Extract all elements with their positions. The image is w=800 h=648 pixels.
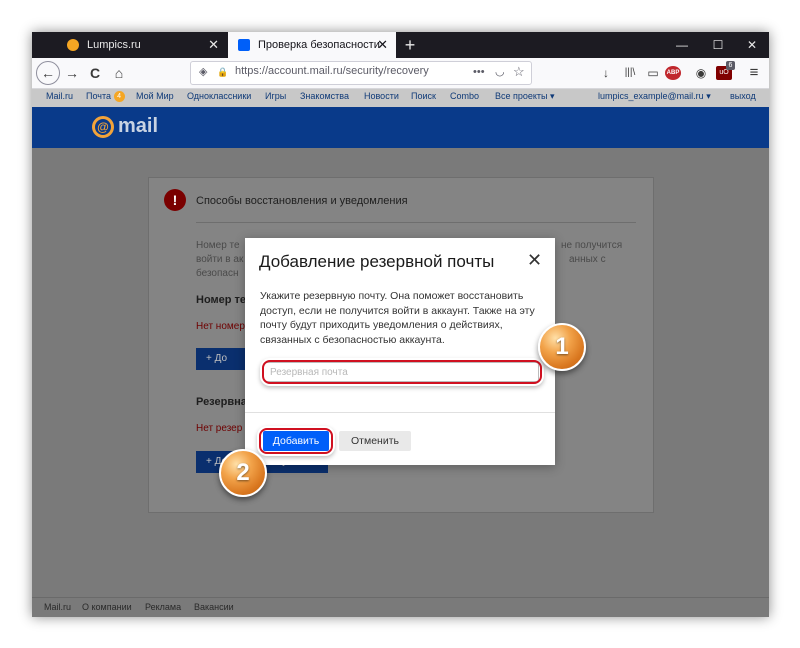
card-title: Способы восстановления и уведомления <box>196 195 408 207</box>
mail-count-badge: 4 <box>113 91 125 103</box>
chevron-down-icon: ▾ <box>550 91 555 101</box>
footer-link-jobs[interactable]: Вакансии <box>194 602 234 612</box>
close-icon[interactable]: ✕ <box>527 250 542 270</box>
menu-icon[interactable]: ≡ <box>744 63 764 83</box>
cancel-button[interactable]: Отменить <box>339 431 411 451</box>
portal-link-odnoklassniki[interactable]: Одноклассники <box>187 91 251 101</box>
tab-close-icon[interactable]: ✕ <box>377 37 388 53</box>
library-icon[interactable]: |||\ <box>620 63 640 83</box>
adblock-icon[interactable]: ABP <box>665 66 681 80</box>
address-bar[interactable]: ◈ 🔒 https://account.mail.ru/security/rec… <box>190 61 532 85</box>
warning-icon: ! <box>164 189 186 211</box>
phone-heading: Номер те <box>196 294 247 306</box>
reader-view-icon[interactable]: ▭ <box>643 63 663 83</box>
step-2-callout: 2 <box>219 449 267 497</box>
portal-nav: Mail.ru Почта 4 Мой Мир Одноклассники Иг… <box>32 89 769 107</box>
dialog-description: Укажите резервную почту. Она поможет вос… <box>260 290 535 346</box>
portal-link-label: Все проекты <box>495 91 548 101</box>
card-text: Номер те <box>196 240 240 251</box>
url-text[interactable]: https://account.mail.ru/security/recover… <box>235 65 429 77</box>
portal-link-mailru[interactable]: Mail.ru <box>46 91 73 101</box>
mail-logo[interactable]: @ mail <box>92 115 158 138</box>
email-heading: Резервна <box>196 396 247 408</box>
card-text: не получится <box>561 240 623 251</box>
mailru-favicon-icon <box>238 39 250 51</box>
tab-security-check[interactable]: Проверка безопасности ✕ <box>228 32 396 58</box>
site-header: @ mail <box>32 107 769 148</box>
card-text: войти в ак <box>196 254 244 265</box>
tab-bar: Lumpics.ru ✕ Проверка безопасности ✕ + —… <box>32 32 769 58</box>
input-highlight <box>262 360 542 384</box>
tab-lumpics[interactable]: Lumpics.ru ✕ <box>57 32 227 58</box>
user-email-menu[interactable]: lumpics_example@mail.ru ▾ <box>598 91 711 102</box>
portal-link-combo[interactable]: Combo <box>450 91 479 101</box>
logout-link[interactable]: выход <box>730 91 756 101</box>
portal-link-label: Почта <box>86 91 111 101</box>
new-tab-button[interactable]: + <box>400 34 420 56</box>
reload-button[interactable]: C <box>84 63 106 83</box>
logo-text: mail <box>118 115 159 137</box>
home-button[interactable]: ⌂ <box>108 63 130 83</box>
step-1-callout: 1 <box>538 323 586 371</box>
extension-badge: 6 <box>726 61 735 70</box>
card-text: анных с <box>569 254 606 265</box>
portal-link-my-world[interactable]: Мой Мир <box>136 91 174 101</box>
forward-button[interactable]: → <box>61 63 83 83</box>
portal-link-games[interactable]: Игры <box>265 91 286 101</box>
maximize-button[interactable]: ☐ <box>700 32 736 58</box>
bookmark-star-icon[interactable]: ☆ <box>513 64 525 80</box>
footer-link-about[interactable]: О компании <box>82 602 132 612</box>
at-logo-icon: @ <box>92 115 114 138</box>
tab-title: Проверка безопасности <box>258 39 380 51</box>
lock-icon[interactable]: 🔒 <box>217 64 228 80</box>
portal-link-dating[interactable]: Знакомства <box>300 91 349 101</box>
portal-link-mail[interactable]: Почта 4 <box>86 91 125 103</box>
navigation-bar: ← → C ⌂ ◈ 🔒 https://account.mail.ru/secu… <box>32 58 769 89</box>
user-email: lumpics_example@mail.ru <box>598 91 704 101</box>
divider <box>245 412 555 413</box>
divider <box>196 222 636 223</box>
phone-missing-text: Нет номер <box>196 321 245 332</box>
download-icon[interactable]: ↓ <box>596 63 616 83</box>
dialog-title: Добавление резервной почты <box>259 252 495 271</box>
page-footer: Mail.ru О компании Реклама Вакансии <box>32 597 769 617</box>
shield-icon[interactable]: ◈ <box>199 64 207 80</box>
lumpics-favicon-icon <box>67 39 79 51</box>
card-text: безопасн <box>196 268 239 279</box>
footer-link-ads[interactable]: Реклама <box>145 602 181 612</box>
page-actions-icon[interactable]: ••• <box>473 64 485 80</box>
chevron-down-icon: ▾ <box>706 91 711 101</box>
pocket-icon[interactable]: ◡ <box>495 64 505 80</box>
minimize-button[interactable]: — <box>664 32 700 58</box>
portal-link-search[interactable]: Поиск <box>411 91 436 101</box>
footer-link-mailru[interactable]: Mail.ru <box>44 602 71 612</box>
email-missing-text: Нет резер <box>196 423 243 434</box>
tab-title: Lumpics.ru <box>87 39 141 51</box>
portal-link-all-projects[interactable]: Все проекты ▾ <box>495 91 555 102</box>
tab-close-icon[interactable]: ✕ <box>208 37 219 53</box>
close-window-button[interactable]: ✕ <box>734 32 769 58</box>
back-button[interactable]: ← <box>36 61 60 85</box>
portal-link-news[interactable]: Новости <box>364 91 399 101</box>
button-highlight <box>259 428 333 454</box>
account-icon[interactable]: ◉ <box>691 63 711 83</box>
